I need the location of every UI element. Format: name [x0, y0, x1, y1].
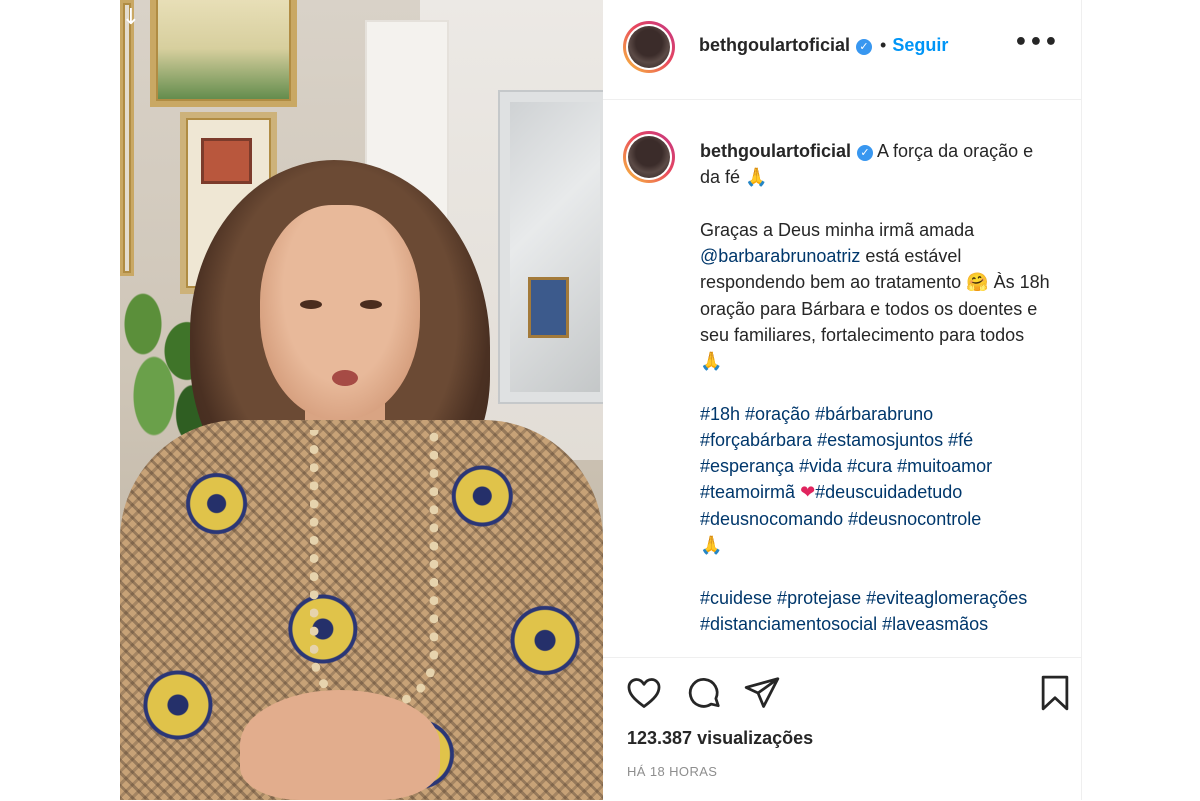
person-eye — [300, 300, 322, 309]
wall-painting — [150, 0, 297, 107]
avatar[interactable] — [623, 21, 675, 73]
mention-link[interactable]: @barbarabrunoatriz — [700, 246, 860, 266]
avatar[interactable] — [623, 131, 675, 183]
bookmark-icon[interactable] — [1036, 674, 1074, 712]
heart-icon[interactable] — [625, 674, 663, 712]
red-heart-emoji-icon: ❤ — [800, 482, 816, 503]
follow-button[interactable]: Seguir — [892, 35, 948, 55]
views-count[interactable]: 123.387 visualizações — [627, 728, 813, 749]
person-necklace — [310, 430, 438, 709]
person-mouth — [332, 370, 358, 386]
verified-badge-icon: ✓ — [857, 145, 874, 161]
separator: • — [880, 35, 887, 55]
hashtag-links[interactable]: #cuidese #protejase #eviteaglomerações #… — [700, 588, 1027, 634]
caption-area: bethgoulartoficial ✓ A força da oração e … — [603, 100, 1081, 657]
share-icon[interactable] — [743, 674, 781, 712]
more-options-icon[interactable]: ••• — [1014, 30, 1059, 55]
post-video[interactable]: ↓ — [120, 0, 603, 800]
username-link[interactable]: bethgoulartoficial — [699, 35, 850, 55]
post-side-panel: bethgoulartoficial ✓ • Seguir ••• bethgoula… — [603, 0, 1082, 800]
caption-username-link[interactable]: bethgoulartoficial — [700, 141, 851, 161]
wall-frame — [120, 0, 134, 276]
download-icon[interactable]: ↓ — [120, 6, 142, 30]
comment-icon[interactable] — [685, 674, 723, 712]
post-timestamp[interactable]: HÁ 18 HORAS — [627, 764, 717, 779]
post-actions: 123.387 visualizações HÁ 18 HORAS — [603, 657, 1081, 801]
caption-text-1: Graças a Deus minha irmã amada — [700, 220, 975, 240]
pray-emoji-icon: 🙏 — [700, 535, 723, 556]
post-header: bethgoulartoficial ✓ • Seguir ••• — [603, 0, 1081, 100]
person-face — [260, 205, 420, 420]
person-hands — [240, 690, 440, 800]
pray-emoji-icon: 🙏 — [745, 167, 768, 188]
pray-emoji-icon: 🙏 — [700, 351, 723, 372]
wall-mirror — [500, 92, 603, 402]
caption-text: bethgoulartoficial ✓ A força da oração e … — [700, 138, 1050, 637]
verified-badge-icon: ✓ — [856, 39, 873, 55]
hug-emoji-icon: 🤗 — [966, 272, 989, 293]
person-eye — [360, 300, 382, 309]
